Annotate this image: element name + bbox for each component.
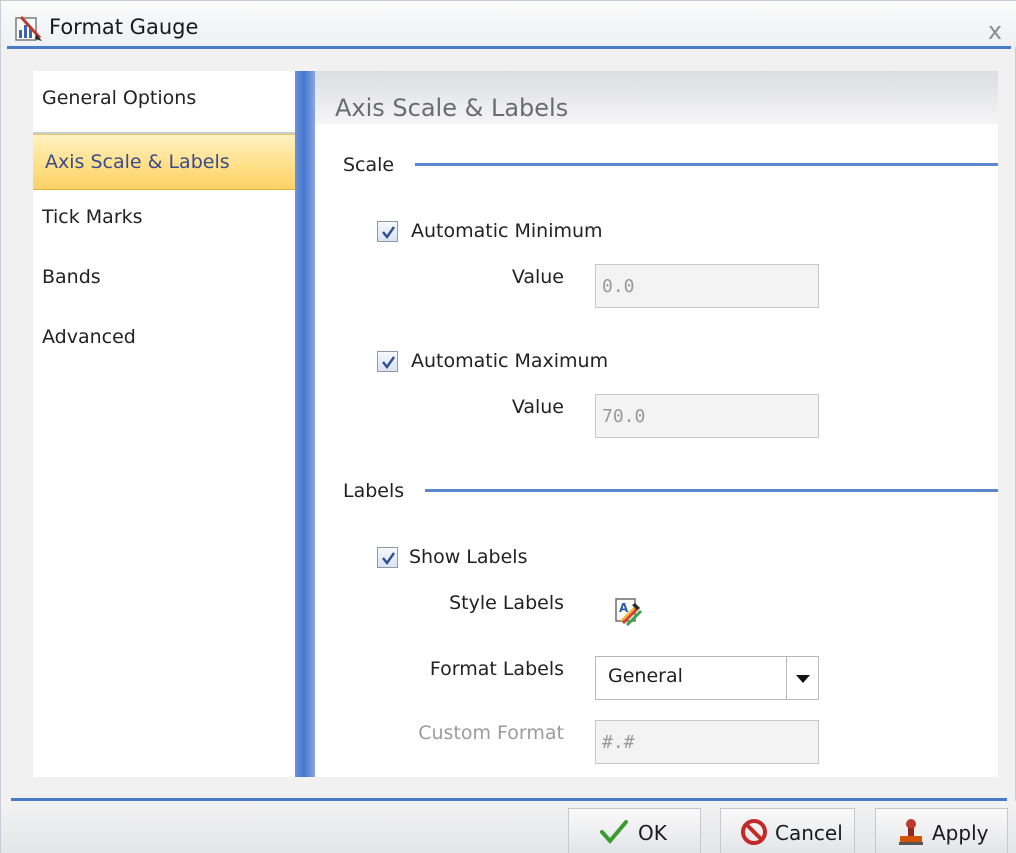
automatic-maximum-checkbox-row[interactable]: Automatic Maximum	[377, 350, 637, 376]
labels-section-divider	[425, 489, 998, 492]
automatic-maximum-checkbox[interactable]	[377, 351, 398, 372]
format-gauge-dialog: Format Gauge x General Options Axis Scal…	[0, 0, 1016, 853]
style-labels-label: Style Labels	[449, 592, 564, 614]
format-labels-select[interactable]: General	[595, 656, 819, 700]
apply-button-label: Apply	[932, 821, 989, 845]
close-button[interactable]: x	[983, 19, 1007, 43]
checkmark-icon	[382, 552, 395, 566]
min-value-field[interactable]: 0.0	[595, 264, 819, 308]
panel-splitter[interactable]	[295, 71, 315, 777]
style-labels-icon[interactable]: A	[613, 597, 643, 627]
apply-button[interactable]: Apply	[875, 808, 1008, 853]
max-value-field[interactable]: 70.0	[595, 394, 819, 438]
apply-stamp-icon	[899, 819, 923, 845]
content-panel: Axis Scale & Labels Scale Automatic Mini…	[315, 71, 998, 777]
chevron-down-icon	[796, 675, 810, 683]
show-labels-checkbox-row[interactable]: Show Labels	[377, 546, 577, 572]
nav-item-bands[interactable]: Bands	[33, 250, 295, 306]
checkmark-icon	[382, 356, 395, 370]
nav-item-general-options[interactable]: General Options	[33, 71, 295, 127]
max-value-label: Value	[511, 396, 564, 418]
content-title: Axis Scale & Labels	[335, 94, 569, 122]
cancel-button-label: Cancel	[775, 821, 843, 845]
format-labels-label: Format Labels	[429, 658, 564, 680]
button-bar	[1, 801, 1016, 853]
gauge-app-icon	[15, 15, 42, 41]
automatic-minimum-checkbox-row[interactable]: Automatic Minimum	[377, 220, 637, 246]
nav-item-tick-marks[interactable]: Tick Marks	[33, 190, 295, 246]
title-bar: Format Gauge x	[1, 1, 1016, 49]
labels-section-label: Labels	[343, 480, 405, 502]
custom-format-label: Custom Format	[418, 722, 564, 744]
show-labels-checkbox[interactable]	[377, 547, 398, 568]
title-divider	[7, 46, 1011, 49]
automatic-minimum-label: Automatic Minimum	[411, 220, 603, 242]
automatic-maximum-label: Automatic Maximum	[411, 350, 609, 372]
min-value-label: Value	[511, 266, 564, 288]
format-labels-selected-value: General	[608, 665, 683, 687]
custom-format-field[interactable]: #.#	[595, 720, 819, 764]
cancel-icon	[741, 819, 767, 845]
scale-section-divider	[415, 163, 998, 166]
scale-section-label: Scale	[343, 154, 395, 176]
cancel-button[interactable]: Cancel	[720, 808, 855, 853]
automatic-minimum-checkbox[interactable]	[377, 221, 398, 242]
ok-button[interactable]: OK	[568, 808, 701, 853]
content-header: Axis Scale & Labels	[315, 71, 998, 124]
nav-item-axis-scale-labels[interactable]: Axis Scale & Labels	[33, 134, 295, 190]
checkmark-icon	[600, 820, 628, 845]
format-labels-dropdown-button[interactable]	[786, 657, 818, 699]
nav-item-advanced[interactable]: Advanced	[33, 310, 295, 366]
window-title: Format Gauge	[49, 15, 199, 39]
show-labels-label: Show Labels	[409, 546, 528, 568]
options-nav: General Options Axis Scale & Labels Tick…	[33, 71, 295, 777]
ok-button-label: OK	[638, 821, 667, 845]
checkmark-icon	[382, 226, 395, 240]
svg-text:A: A	[619, 601, 629, 615]
